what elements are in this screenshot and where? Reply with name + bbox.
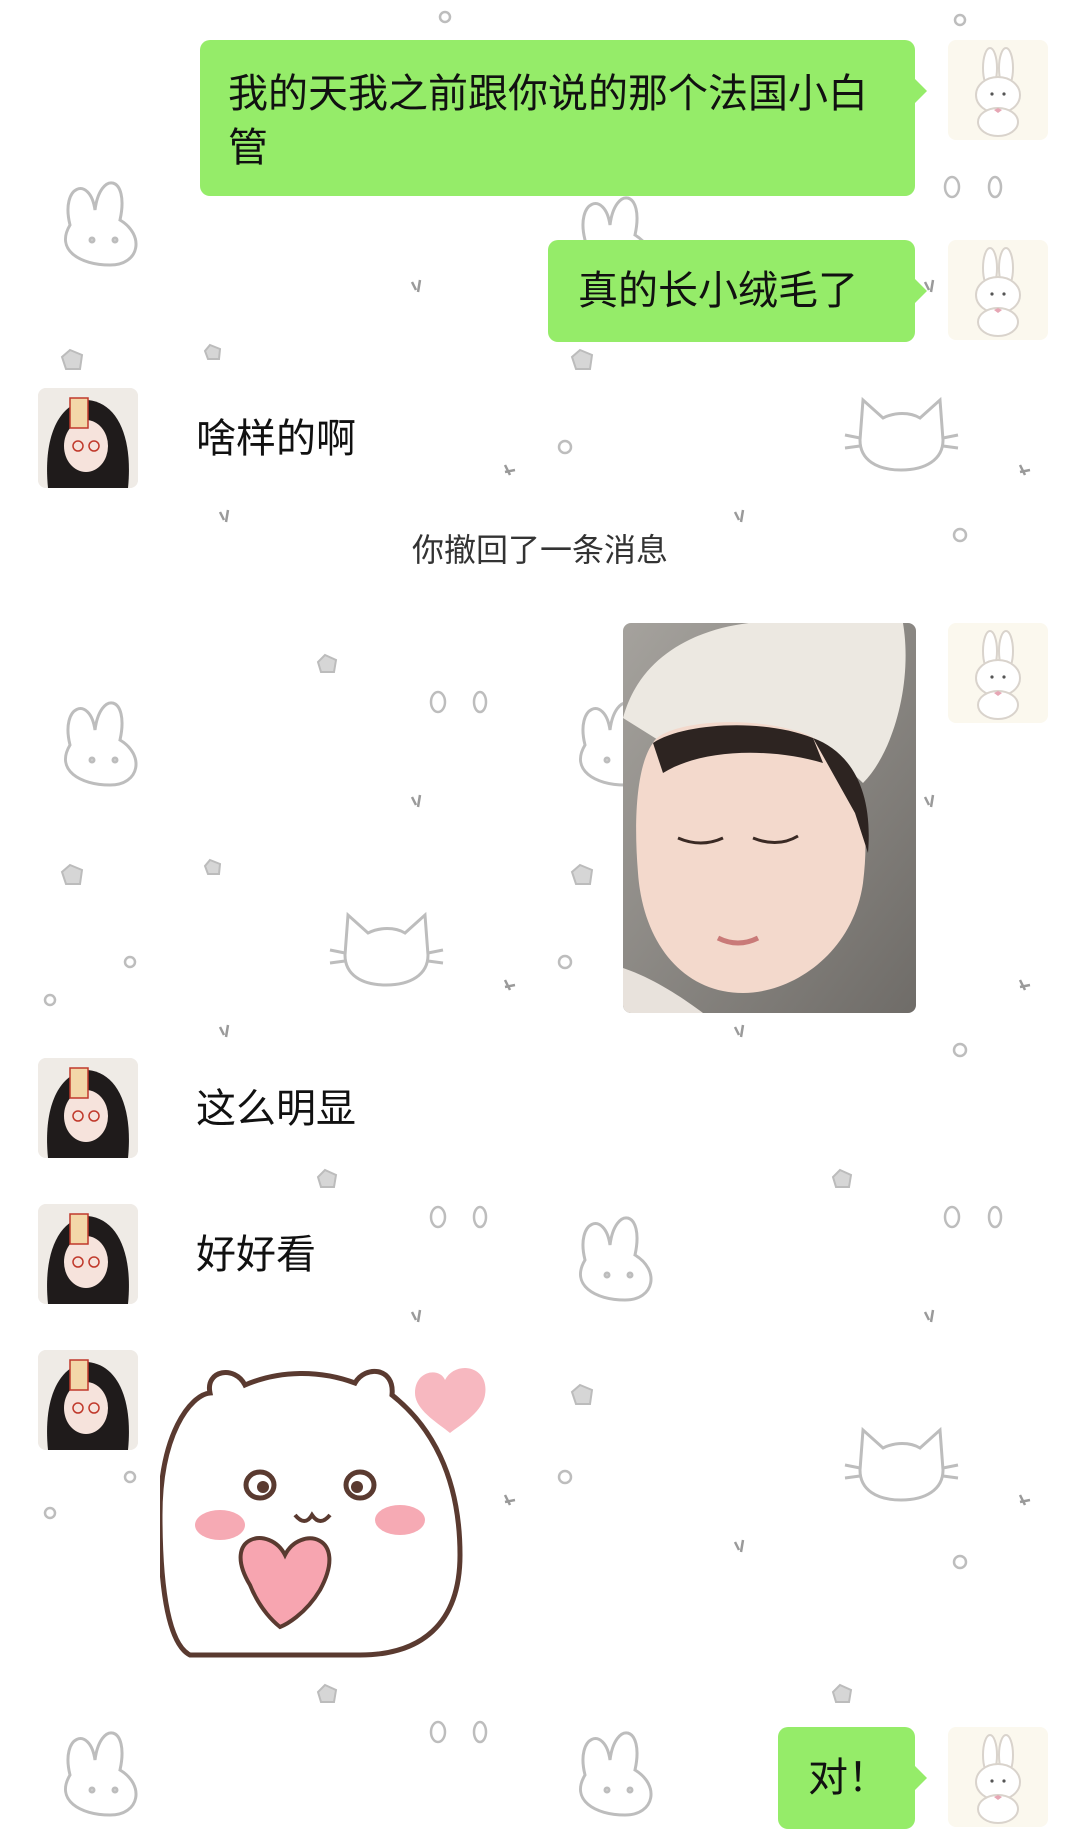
contact-avatar[interactable] [38, 1058, 138, 1158]
bunny-avatar-icon [975, 47, 1021, 137]
bear-holding-heart-sticker-icon [157, 1368, 486, 1658]
received-message[interactable]: 这么明显 [196, 1082, 356, 1136]
cat-doodle-icon [844, 396, 959, 472]
message-text: 啥样的啊 [196, 416, 356, 462]
message-text: 真的长小绒毛了 [578, 268, 858, 314]
sent-message-bubble[interactable]: 我的天我之前跟你说的那个法国小白管 [200, 40, 927, 196]
cat-doodle-icon [844, 1426, 959, 1502]
bubble-tail [914, 78, 927, 104]
bubble-tail [914, 1765, 927, 1791]
photo-girl-with-towel-icon [623, 623, 916, 1013]
my-avatar[interactable] [948, 623, 1048, 723]
contact-avatar[interactable] [38, 1204, 138, 1304]
my-avatar[interactable] [948, 1727, 1048, 1827]
received-message[interactable]: 好好看 [196, 1228, 316, 1282]
my-avatar[interactable] [948, 40, 1048, 140]
message-text: 对！ [808, 1755, 888, 1801]
recall-notice: 你撤回了一条消息 [411, 531, 668, 569]
bunny-avatar-icon [975, 247, 1021, 337]
sent-message-bubble[interactable]: 对！ [778, 1727, 927, 1829]
anime-girl-avatar-icon [38, 1350, 138, 1450]
my-avatar[interactable] [948, 240, 1048, 340]
sent-message-bubble[interactable]: 真的长小绒毛了 [548, 240, 927, 342]
sent-photo[interactable] [623, 623, 916, 1013]
bunny-avatar-icon [975, 630, 1021, 720]
cat-doodle-icon [329, 911, 444, 987]
bunny-doodle-icon [579, 1731, 653, 1817]
anime-girl-avatar-icon [38, 1058, 138, 1158]
received-message[interactable]: 啥样的啊 [196, 412, 356, 466]
anime-girl-avatar-icon [38, 1204, 138, 1304]
bunny-doodle-icon [64, 181, 138, 267]
contact-avatar[interactable] [38, 388, 138, 488]
bunny-doodle-icon [579, 1216, 653, 1302]
message-text: 我的天我之前跟你说的那个法国小白管 [228, 71, 868, 171]
contact-avatar[interactable] [38, 1350, 138, 1450]
bunny-doodle-icon [64, 1731, 138, 1817]
bunny-avatar-icon [975, 1734, 1021, 1824]
message-text: 好好看 [196, 1232, 316, 1278]
bubble-tail [914, 278, 927, 304]
message-text: 这么明显 [196, 1086, 356, 1132]
bunny-doodle-icon [64, 701, 138, 787]
bear-heart-sticker[interactable] [157, 1355, 500, 1665]
anime-girl-avatar-icon [38, 388, 138, 488]
